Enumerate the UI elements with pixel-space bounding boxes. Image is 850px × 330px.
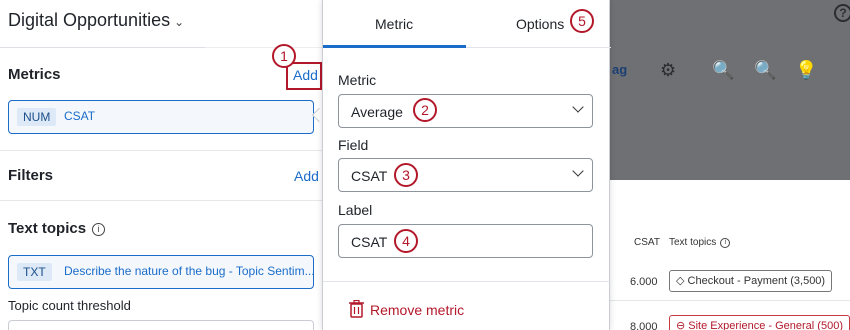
callout-badge-5: 5 xyxy=(570,9,594,33)
metric-aggregation-select[interactable]: Average xyxy=(338,94,593,128)
section-divider xyxy=(0,150,322,151)
active-tab-indicator xyxy=(323,45,466,48)
tab-options[interactable]: Options xyxy=(516,16,564,32)
callout-badge-2: 2 xyxy=(413,98,437,122)
text-topics-section-label: Text topics i xyxy=(8,220,106,237)
trash-icon xyxy=(349,300,364,318)
dashboard-title-dropdown[interactable]: Digital Opportunities ⌄ xyxy=(8,10,184,31)
label-input[interactable]: CSAT xyxy=(338,224,593,258)
topic-chip-negative[interactable]: ⊖ Site Experience - General (500) xyxy=(669,315,850,330)
metric-aggregation-value: Average xyxy=(351,104,403,120)
chart-search-icon: 🔍 xyxy=(754,60,777,80)
add-filter-link[interactable]: Add xyxy=(294,168,319,184)
title-divider-light xyxy=(205,47,322,48)
callout-badge-3: 3 xyxy=(394,163,418,187)
table-header-text-topics: Text topics i xyxy=(669,237,731,248)
add-metric-link[interactable]: Add xyxy=(293,67,318,83)
remove-metric-button[interactable]: Remove metric xyxy=(349,300,465,318)
topic-count-threshold-label: Topic count threshold xyxy=(8,298,131,313)
field-select[interactable]: CSAT xyxy=(338,158,593,192)
lightbulb-icon: 💡 xyxy=(795,60,818,80)
section-divider xyxy=(0,200,322,201)
metric-type-tag: NUM xyxy=(17,108,57,126)
metrics-section-label: Metrics xyxy=(8,66,61,83)
metric-item-csat[interactable]: NUM CSAT xyxy=(8,100,314,134)
label-field-label: Label xyxy=(338,202,373,218)
text-topic-item[interactable]: TXT Describe the nature of the bug - Top… xyxy=(8,255,315,289)
topic-chip-neutral[interactable]: ◇ Checkout - Payment (3,500) xyxy=(669,270,833,292)
dashboard-title: Digital Opportunities xyxy=(8,10,171,30)
info-icon: i xyxy=(720,238,731,248)
topic-chip-label: Site Experience - General xyxy=(688,320,815,330)
negative-sentiment-icon: ⊖ xyxy=(676,320,689,330)
gear-icon: ⚙ xyxy=(660,60,677,80)
topic-chip-count: (3,500) xyxy=(790,275,826,287)
remove-metric-label: Remove metric xyxy=(370,302,465,318)
info-icon[interactable]: i xyxy=(92,223,106,236)
filters-section-label: Filters xyxy=(8,167,54,184)
text-topic-name: Describe the nature of the bug - Topic S… xyxy=(64,264,315,278)
chevron-down-icon xyxy=(572,165,584,177)
chevron-down-icon xyxy=(572,101,584,113)
table-row-divider xyxy=(610,300,850,301)
metric-edit-panel: Metric Options 5 Metric Average 2 Field … xyxy=(322,0,611,330)
metric-field-label: Metric xyxy=(338,72,377,88)
neutral-sentiment-icon: ◇ xyxy=(676,275,688,287)
help-icon[interactable]: ? xyxy=(834,4,850,22)
callout-badge-4: 4 xyxy=(394,229,418,253)
field-value: CSAT xyxy=(351,168,388,184)
callout-badge-1: 1 xyxy=(272,44,296,68)
metric-name: CSAT xyxy=(64,109,96,123)
text-topics-label: Text topics xyxy=(8,220,87,237)
toolbar-cutoff-text: ag xyxy=(612,62,628,77)
topic-chip-count: (500) xyxy=(817,320,843,330)
chevron-down-icon: ⌄ xyxy=(174,15,185,29)
label-input-value: CSAT xyxy=(351,234,388,250)
table-cell-csat: 6.000 xyxy=(630,276,658,288)
title-divider xyxy=(0,47,205,48)
table-header-csat: CSAT xyxy=(634,237,660,248)
text-topic-type-tag: TXT xyxy=(17,263,52,281)
table-cell-csat: 8.000 xyxy=(630,321,658,330)
footer-divider xyxy=(323,281,611,282)
widget-editor-sidebar: Digital Opportunities ⌄ Metrics Add 1 NUM… xyxy=(0,0,327,330)
topic-chip-label: Checkout - Payment xyxy=(687,275,788,287)
dimmed-dashboard-overlay: ag ⚙ 🔍 🔍 💡 xyxy=(610,0,850,180)
tab-metric[interactable]: Metric xyxy=(375,16,413,32)
search-analytics-icon: 🔍 xyxy=(712,60,735,80)
field-label: Field xyxy=(338,137,369,153)
topic-count-threshold-input[interactable] xyxy=(8,320,314,330)
table-header-text-topics-label: Text topics xyxy=(669,237,717,248)
